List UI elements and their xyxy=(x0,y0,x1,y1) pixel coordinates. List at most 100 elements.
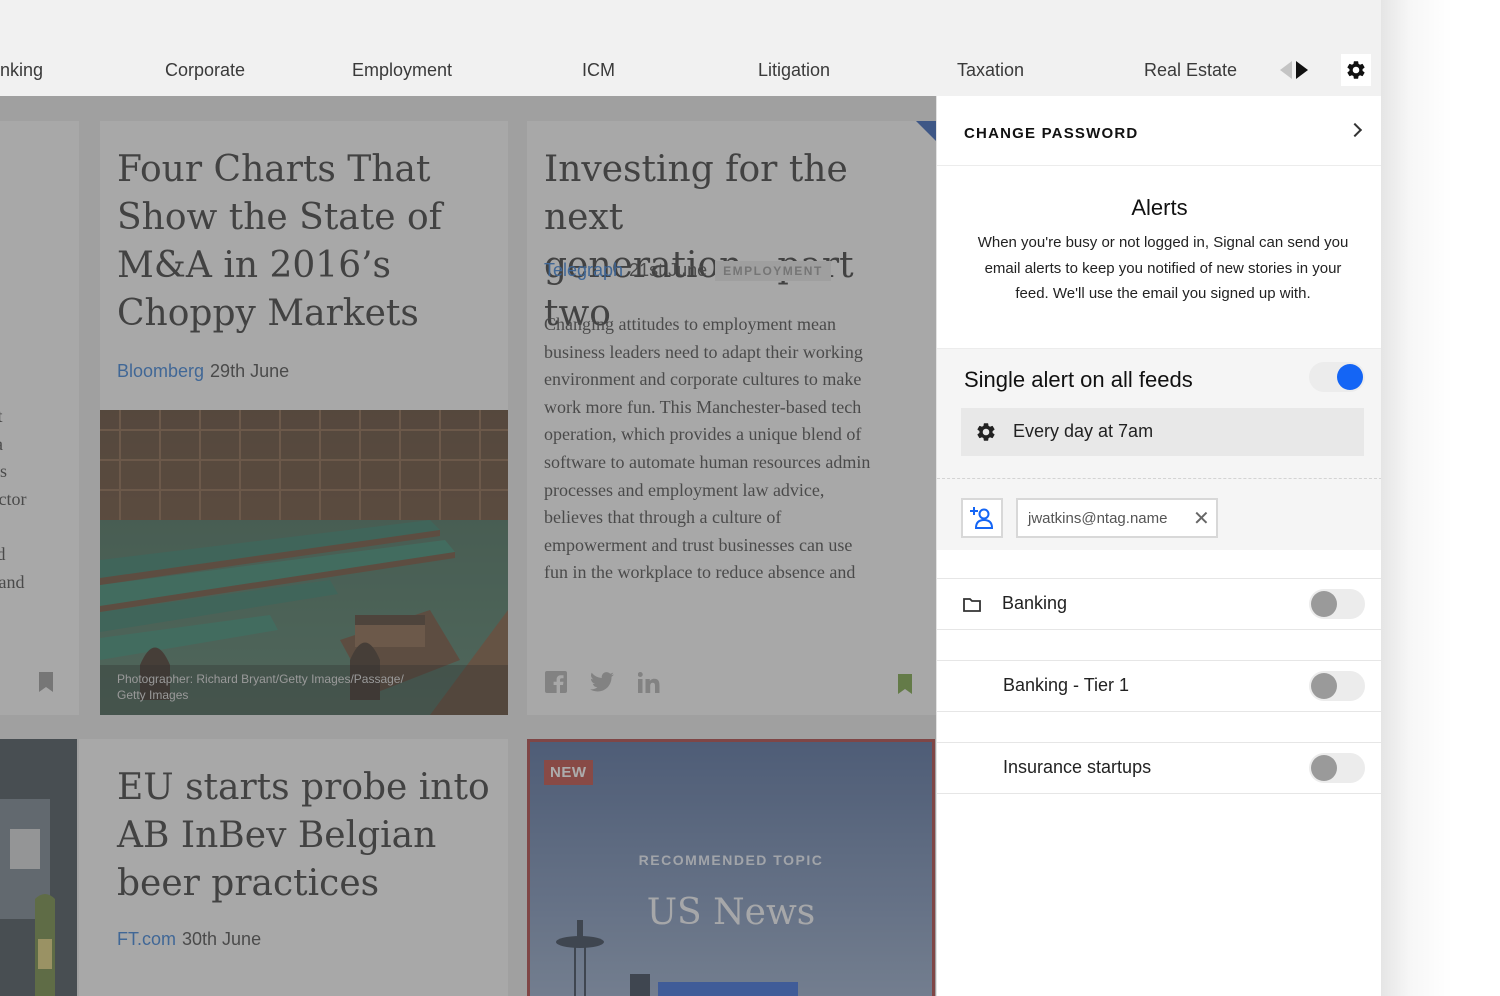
title-line: Four Charts That xyxy=(117,149,431,190)
excerpt-line: business leaders need to adapt their wor… xyxy=(544,341,863,362)
feed-alert-toggle-banking[interactable] xyxy=(1309,589,1365,619)
window-shadow xyxy=(1381,0,1500,996)
news-card-partial[interactable]: t not ks, a eenis g sector l and gs” and xyxy=(0,121,79,715)
news-card-ma-charts[interactable]: Four Charts That Show the State of M&A i… xyxy=(100,121,508,715)
card-meta: FT.com 30th June xyxy=(117,929,261,950)
feed-alert-toggle-banking-tier-1[interactable] xyxy=(1309,671,1365,701)
toggle-knob xyxy=(1311,591,1337,617)
gear-icon xyxy=(1347,61,1365,79)
nav-prev-arrow-icon[interactable] xyxy=(1280,61,1292,79)
desc-line: When you're busy or not logged in, Signa… xyxy=(977,234,1349,251)
feed-label: Insurance startups xyxy=(1003,757,1152,777)
title-line: AB InBev Belgian xyxy=(117,815,437,856)
photo-credit-line: Photographer: Richard Bryant/Getty Image… xyxy=(117,672,404,686)
single-alert-toggle[interactable] xyxy=(1309,362,1365,392)
publish-date: 30th June xyxy=(182,929,262,949)
excerpt-line: gs” and xyxy=(0,571,25,592)
beer-bottle-image xyxy=(0,739,77,996)
title-line: Choppy Markets xyxy=(117,293,419,334)
excerpt-line: work more fun. This Manchester-based tec… xyxy=(544,396,862,417)
title-line: EU starts probe into xyxy=(117,767,490,808)
title-line: Show the State of xyxy=(117,197,442,238)
source-link[interactable]: Telegraph xyxy=(544,260,623,280)
recommended-topic-title[interactable]: US News xyxy=(530,892,932,933)
nav-item-real-estate[interactable]: Real Estate xyxy=(1144,60,1237,81)
alerts-description: When you're busy or not logged in, Signa… xyxy=(967,230,1359,307)
excerpt-line: t not xyxy=(0,406,3,426)
card-excerpt: Changing attitudes to employment mean bu… xyxy=(544,311,929,587)
change-password-row[interactable]: CHANGE PASSWORD xyxy=(937,96,1381,166)
email-address: jwatkins@ntag.name xyxy=(1028,510,1168,527)
category-tag[interactable]: EMPLOYMENT xyxy=(715,261,831,282)
news-card-eu-probe[interactable]: EU starts probe into AB InBev Belgian be… xyxy=(79,739,508,996)
excerpt-line: l and xyxy=(0,543,6,564)
remove-email-icon[interactable]: ✕ xyxy=(1193,506,1210,531)
card-partial-excerpt: t not ks, a eenis g sector l and gs” and xyxy=(0,403,79,596)
nav-item-taxation[interactable]: Taxation xyxy=(957,60,1024,81)
settings-button[interactable] xyxy=(1341,54,1371,86)
excerpt-line: believes that through a culture of xyxy=(544,507,782,528)
feed-label: Banking xyxy=(1002,593,1068,613)
article-photo[interactable]: Photographer: Richard Bryant/Getty Image… xyxy=(100,410,508,715)
news-card-partial-image[interactable] xyxy=(0,739,77,996)
nav-scroll-arrows xyxy=(1278,58,1312,82)
source-link[interactable]: FT.com xyxy=(117,929,176,949)
feed-alert-toggle-insurance-startups[interactable] xyxy=(1309,753,1365,783)
nav-item-litigation[interactable]: Litigation xyxy=(758,60,830,81)
title-line: M&A in 2016’s xyxy=(117,245,392,286)
facebook-icon[interactable] xyxy=(545,671,567,693)
recommended-kicker: RECOMMENDED TOPIC xyxy=(638,852,824,868)
excerpt-line: processes and employment law advice, xyxy=(544,479,825,500)
alerts-settings-panel: CHANGE PASSWORD Alerts When you're busy … xyxy=(936,96,1381,996)
alert-schedule-text: Every day at 7am xyxy=(1013,421,1154,441)
publish-date: 21st June xyxy=(629,260,708,280)
toggle-knob xyxy=(1311,673,1337,699)
excerpt-line: eenis xyxy=(0,461,7,482)
desc-line: email alerts to keep you notified of new… xyxy=(984,259,1342,277)
bookmark-icon[interactable] xyxy=(38,671,54,693)
chevron-right-icon xyxy=(1347,122,1363,138)
toggle-knob xyxy=(1337,364,1363,390)
section-divider xyxy=(937,478,1381,479)
card-meta: Telegraph 21st June EMPLOYMENT xyxy=(544,260,831,282)
title-line: beer practices xyxy=(117,863,380,904)
card-title[interactable]: Investing for the next generation - part… xyxy=(544,146,929,338)
card-meta: Bloomberg 29th June xyxy=(117,361,289,382)
alert-schedule-button[interactable]: Every day at 7am xyxy=(961,408,1364,456)
excerpt-line: ks, a xyxy=(0,431,79,459)
category-nav: nking Corporate Employment ICM Litigatio… xyxy=(0,0,1381,96)
feed-alert-row: Banking - Tier 1 xyxy=(937,660,1381,712)
source-link[interactable]: Bloomberg xyxy=(117,361,204,381)
excerpt-line: software to automate human resources adm… xyxy=(544,451,871,472)
email-recipient-chip[interactable]: jwatkins@ntag.name ✕ xyxy=(1016,498,1218,538)
nav-item-banking[interactable]: nking xyxy=(0,60,43,81)
news-card-investing[interactable]: Investing for the next generation - part… xyxy=(527,121,936,715)
commons-chamber-image xyxy=(100,410,508,715)
linkedin-icon[interactable] xyxy=(638,672,660,693)
bookmark-saved-icon[interactable] xyxy=(897,673,913,695)
photo-credit-line: Getty Images xyxy=(117,688,189,702)
card-title[interactable]: EU starts probe into AB InBev Belgian be… xyxy=(117,764,502,908)
nav-item-icm[interactable]: ICM xyxy=(582,60,615,81)
alerts-heading: Alerts xyxy=(1131,195,1188,220)
nav-item-corporate[interactable]: Corporate xyxy=(165,60,245,81)
new-badge: NEW xyxy=(544,760,593,785)
excerpt-line: fun in the workplace to reduce absence a… xyxy=(544,562,856,583)
excerpt-line: operation, which provides a unique blend… xyxy=(544,424,862,445)
app-window: nking Corporate Employment ICM Litigatio… xyxy=(0,0,1381,996)
nav-item-employment[interactable]: Employment xyxy=(352,60,452,81)
excerpt-line: g sector xyxy=(0,488,27,509)
news-feed: t not ks, a eenis g sector l and gs” and… xyxy=(0,96,936,996)
photo-credit: Photographer: Richard Bryant/Getty Image… xyxy=(117,671,404,703)
card-corner-flag xyxy=(916,121,936,141)
single-alert-label: Single alert on all feeds xyxy=(964,367,1193,392)
add-recipient-button[interactable] xyxy=(961,498,1003,538)
card-title[interactable]: Four Charts That Show the State of M&A i… xyxy=(117,146,497,338)
add-user-icon xyxy=(970,507,994,529)
change-password-label: CHANGE PASSWORD xyxy=(964,125,1139,142)
nav-next-arrow-icon[interactable] xyxy=(1296,61,1308,79)
excerpt-line: Changing attitudes to employment mean xyxy=(544,314,836,334)
recommended-topic-card[interactable]: NEW RECOMMENDED TOPIC US News xyxy=(527,739,935,996)
twitter-icon[interactable] xyxy=(590,672,614,692)
feed-alert-row: Banking xyxy=(937,578,1381,630)
